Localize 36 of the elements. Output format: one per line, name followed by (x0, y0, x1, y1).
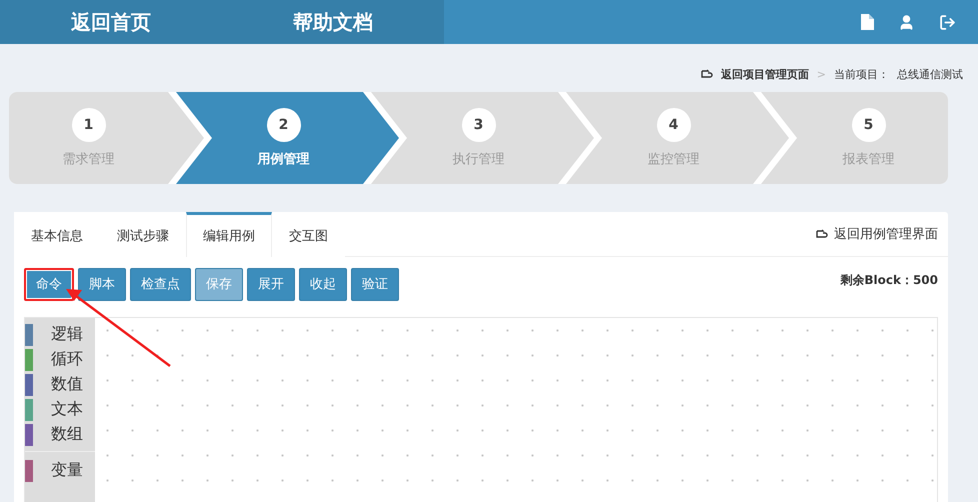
remaining-blocks: 剩余Block：500 (840, 266, 938, 289)
toolbar-button[interactable]: 检查点 (130, 268, 191, 300)
tab[interactable]: 基本信息 (14, 212, 100, 257)
step-label: 需求管理 (62, 151, 114, 168)
nav-link[interactable]: 返回首页 (0, 0, 222, 44)
current-project-label: 当前项目： (834, 66, 889, 82)
back-to-projects-link[interactable]: 返回项目管理页面 (700, 66, 809, 82)
wizard-step[interactable]: 5 报表管理 (753, 92, 948, 184)
category-label[interactable]: 变量 (51, 460, 83, 481)
category-label[interactable]: 数值 (51, 374, 83, 395)
step-number: 5 (852, 108, 886, 142)
step-label: 报表管理 (842, 151, 894, 168)
document-icon[interactable] (861, 14, 874, 30)
step-label: 监控管理 (648, 151, 700, 168)
tab[interactable]: 编辑用例 (186, 212, 272, 257)
toolbar-button[interactable]: 脚本 (78, 268, 126, 300)
toolbar-button[interactable]: 验证 (351, 268, 399, 300)
step-number: 4 (656, 108, 690, 142)
toolbar-button[interactable]: 收起 (299, 268, 347, 300)
category-label[interactable]: 数组 (51, 424, 83, 445)
logout-icon[interactable] (939, 14, 956, 30)
back-to-cases-link[interactable]: 返回用例管理界面 (816, 212, 948, 256)
step-number: 1 (72, 108, 106, 142)
breadcrumb-separator: > (816, 68, 826, 80)
current-project-name: 总线通信测试 (897, 66, 963, 82)
toolbar-button[interactable]: 命令 (24, 268, 74, 300)
step-number: 2 (266, 108, 300, 142)
user-icon[interactable] (898, 14, 915, 30)
step-label: 执行管理 (452, 151, 504, 168)
category-label[interactable]: 逻辑 (51, 324, 83, 345)
category-label[interactable]: 循环 (51, 349, 83, 370)
toolbar-button[interactable]: 展开 (247, 268, 295, 300)
step-label: 用例管理 (258, 151, 310, 168)
step-number: 3 (462, 108, 496, 142)
category-label[interactable]: 文本 (51, 399, 83, 420)
nav-link[interactable]: 帮助文档 (222, 0, 444, 44)
